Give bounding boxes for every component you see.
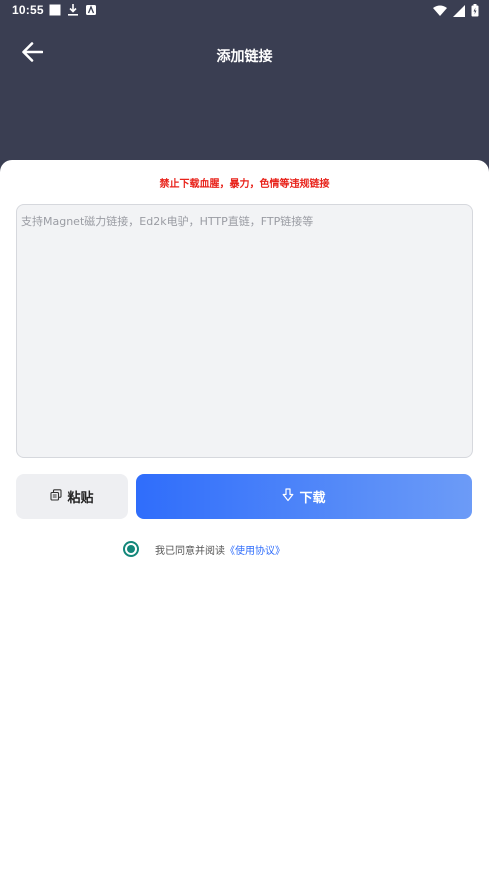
status-left-icons — [49, 4, 97, 19]
download-icon — [67, 4, 79, 19]
square-icon — [49, 4, 61, 19]
radio-checked-dot — [127, 545, 135, 553]
copy-icon — [50, 488, 63, 505]
download-button[interactable]: 下载 — [136, 474, 472, 519]
app-root: 10:55 添加链接 禁止下载血腥，暴力，色情等违规链接 支持Magnet磁力链… — [0, 0, 489, 869]
status-right-icons — [433, 4, 479, 20]
download-arrow-icon — [282, 487, 294, 506]
paste-label: 粘贴 — [67, 491, 94, 506]
terms-link[interactable]: 《使用协议》 — [225, 542, 285, 557]
battery-icon — [471, 4, 479, 20]
warning-text: 禁止下载血腥，暴力，色情等违规链接 — [159, 179, 330, 190]
app-icon — [85, 4, 97, 19]
link-input[interactable] — [16, 204, 473, 458]
paste-button[interactable]: 粘贴 — [16, 474, 128, 519]
agreement-row: 我已同意并阅读 《使用协议》 — [123, 541, 285, 557]
header-background — [0, 0, 489, 180]
signal-icon — [453, 4, 465, 20]
content-card: 禁止下载血腥，暴力，色情等违规链接 粘贴 下载 我已同意并阅读 《使用协议》 — [0, 160, 489, 869]
download-label: 下载 — [299, 491, 326, 506]
wifi-icon — [433, 5, 447, 20]
agreement-radio[interactable] — [123, 541, 139, 557]
page-title: 添加链接 — [216, 49, 273, 65]
status-time: 10:55 — [12, 3, 44, 17]
status-bar: 10:55 — [0, 0, 489, 22]
app-bar: 添加链接 — [0, 32, 489, 76]
agreement-text: 我已同意并阅读 — [155, 545, 225, 557]
